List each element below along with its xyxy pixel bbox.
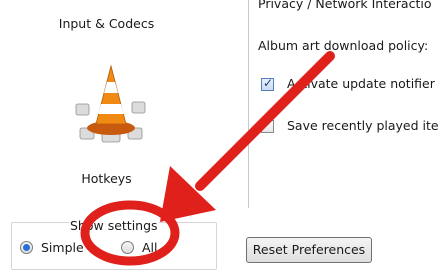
recent-items-label[interactable]: Save recently played ite [287, 118, 439, 133]
pane-divider [248, 0, 249, 208]
category-input-codecs[interactable]: Input & Codecs [0, 16, 213, 31]
update-notifier-checkbox[interactable] [261, 76, 274, 91]
all-radio[interactable] [121, 241, 134, 254]
category-list: Input & Codecs Hotkeys [0, 0, 213, 214]
update-notifier-label[interactable]: Activate update notifier [287, 76, 435, 91]
simple-radio-label[interactable]: Simple [41, 240, 84, 255]
recent-items-checkbox[interactable] [261, 120, 274, 133]
show-settings-title: Show settings [69, 218, 159, 233]
category-hotkeys[interactable]: Hotkeys [0, 171, 213, 186]
simple-radio[interactable] [20, 241, 33, 254]
album-art-policy-label: Album art download policy: [258, 38, 429, 53]
privacy-network-section-title: Privacy / Network Interactio [258, 0, 432, 11]
vlc-cone-icon [75, 64, 146, 143]
all-radio-label[interactable]: All [142, 240, 158, 255]
reset-preferences-button[interactable]: Reset Preferences [246, 237, 372, 263]
